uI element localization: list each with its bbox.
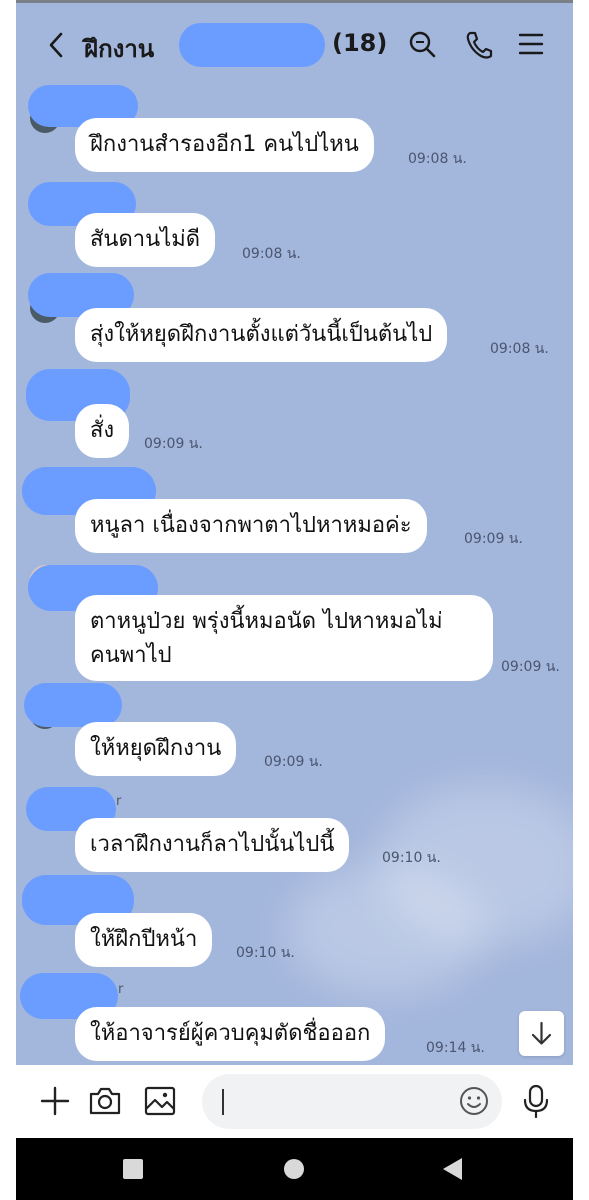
message-time: 09:08 น. [242, 246, 301, 262]
message-input[interactable] [202, 1074, 502, 1129]
member-count: (18) [332, 29, 388, 57]
message-bubble[interactable]: เวลาฝึกงานก็ลาไปนั้นไปนี้ [75, 818, 350, 872]
background-cloud [286, 865, 486, 995]
message-bubble[interactable]: สุ่งให้หยุดฝึกงานตั้งแต่วันนี้เป็นต้นไป [75, 308, 448, 362]
message-bubble[interactable]: ให้หยุดฝึกงาน [75, 722, 237, 776]
message-time: 09:09 น. [144, 436, 203, 452]
search-icon[interactable] [407, 27, 437, 61]
emoji-icon[interactable] [458, 1085, 490, 1117]
call-icon[interactable] [463, 27, 493, 61]
microphone-icon[interactable] [518, 1083, 554, 1119]
plus-icon[interactable] [37, 1083, 73, 1119]
image-icon[interactable] [142, 1083, 178, 1119]
camera-icon[interactable] [87, 1083, 123, 1119]
back-nav-icon[interactable] [441, 1157, 465, 1181]
sender-name-fragment: r [118, 982, 124, 997]
message-bubble[interactable]: หนูลา เนื่องจากพาตาไปหาหมอค่ะ [75, 499, 427, 553]
message-time: 09:08 น. [490, 341, 549, 357]
message-time: 09:09 น. [264, 754, 323, 770]
message-bubble[interactable]: สันดานไม่ดี [75, 213, 215, 267]
message-time: 09:10 น. [382, 850, 441, 866]
scroll-to-bottom-button[interactable] [519, 1011, 564, 1056]
group-title[interactable]: ฝึกงาน [84, 29, 154, 68]
message-time: 09:14 น. [426, 1040, 485, 1056]
message-bubble[interactable]: ให้อาจารย์ผู้ควบคุมตัดชื่อออก [75, 1007, 386, 1061]
home-icon[interactable] [282, 1157, 306, 1181]
message-bubble[interactable]: ให้ฝึกปีหน้า [75, 913, 213, 967]
sender-name-fragment: r [116, 794, 122, 809]
message-bubble[interactable]: สั่ง [75, 404, 130, 458]
message-time: 09:09 น. [501, 659, 560, 675]
redacted-sender [24, 683, 122, 727]
message-time: 09:10 น. [236, 945, 295, 961]
message-bubble[interactable]: ฝึกงานสำรองอีก1 คนไปไหน [75, 118, 374, 172]
recent-apps-icon[interactable] [122, 1158, 144, 1180]
redacted-group-name [179, 23, 325, 67]
system-navigation-bar [16, 1138, 573, 1200]
message-composer [16, 1065, 573, 1138]
message-time: 09:08 น. [408, 151, 467, 167]
menu-icon[interactable] [516, 27, 546, 61]
back-icon[interactable] [42, 27, 72, 63]
text-caret [222, 1089, 224, 1115]
chat-screen: ฝึกงาน (18) ฝึกงานสำรองอีก1 คนไปไหน 09:0… [16, 0, 573, 1200]
chat-header: ฝึกงาน (18) [16, 3, 573, 85]
message-bubble[interactable]: ตาหนูป่วย พรุ่งนี้หมอนัด ไปหาหมอไม่ คนพา… [75, 595, 493, 681]
message-time: 09:09 น. [464, 531, 523, 547]
arrow-down-icon [531, 1021, 552, 1045]
message-list[interactable]: ฝึกงานสำรองอีก1 คนไปไหน 09:08 น. สันดานไ… [16, 85, 573, 1065]
